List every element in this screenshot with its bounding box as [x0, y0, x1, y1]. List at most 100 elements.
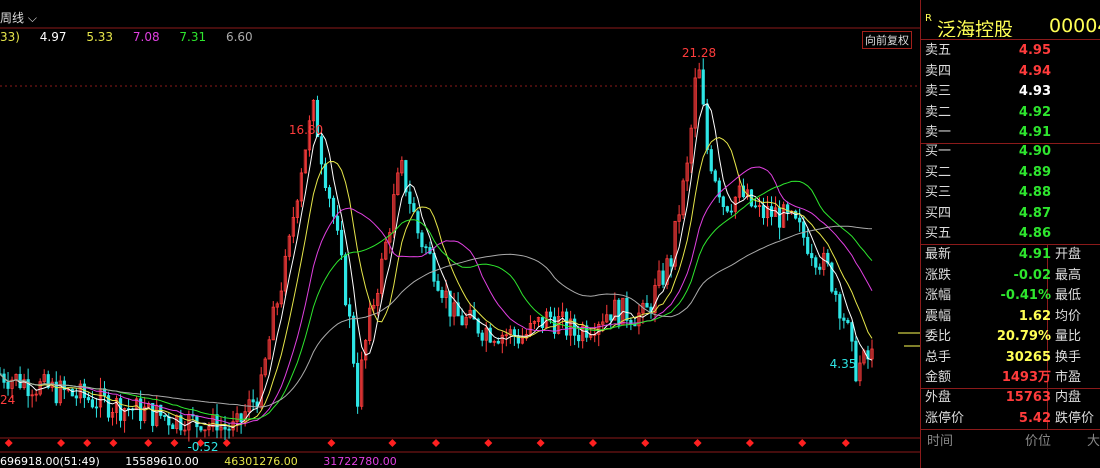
- price-labels: 21.28 16.80 4.35 -0.52 24: [0, 46, 920, 454]
- ma-line: [0, 103, 873, 429]
- candle-body: [424, 246, 428, 249]
- quote-label2: 最低: [1055, 288, 1082, 303]
- quote-value: 4.91: [1018, 247, 1051, 262]
- signal-marker: [798, 439, 807, 447]
- time-header: 时间: [927, 434, 954, 449]
- period-label[interactable]: 周线: [0, 11, 24, 25]
- order-row[interactable]: 买三 4.88: [921, 183, 1100, 204]
- quote-label: 金额: [925, 370, 952, 385]
- candle-body: [540, 317, 545, 328]
- candle-body: [408, 191, 412, 204]
- quote-label: 涨幅: [925, 288, 952, 303]
- candle-body: [777, 207, 782, 228]
- quote-row: 总手 30265 换手: [921, 348, 1100, 369]
- order-row[interactable]: 买二 4.89: [921, 163, 1100, 184]
- candle-body: [327, 187, 332, 199]
- chart-area[interactable]: 21.28 16.80 4.35 -0.52 24 周线 ⌵ 33) 4.97 5.33…: [0, 0, 920, 468]
- order-row[interactable]: 卖五 4.95: [921, 41, 1100, 62]
- candle-body: [725, 206, 729, 212]
- quote-row: 震幅 1.62 均价: [921, 307, 1100, 328]
- candle-body: [223, 426, 227, 430]
- order-price: 4.91: [1018, 125, 1051, 140]
- candle-body: [460, 315, 464, 326]
- order-price: 4.93: [1018, 84, 1051, 99]
- candlestick-chart[interactable]: 21.28 16.80 4.35 -0.52 24: [0, 0, 920, 468]
- quote-label2: 均价: [1055, 308, 1082, 324]
- candle-body: [701, 69, 705, 105]
- order-row[interactable]: 买四 4.87: [921, 204, 1100, 225]
- candle-body: [151, 402, 155, 426]
- candle-body: [617, 299, 621, 326]
- buy-orders: 买一 4.90 买二 4.89 买三 4.88 买四 4.87 买五 4.86: [921, 142, 1100, 245]
- order-row[interactable]: 卖二 4.92: [921, 103, 1100, 124]
- order-price: 4.87: [1018, 205, 1051, 221]
- signal-marker: [4, 439, 13, 447]
- candle-body: [709, 149, 713, 172]
- candle-body: [834, 290, 838, 295]
- quote-value: -0.02: [1013, 267, 1051, 283]
- candle-body: [661, 270, 665, 285]
- order-row[interactable]: 卖一 4.91: [921, 123, 1100, 144]
- candle-body: [769, 206, 774, 217]
- candle-body: [163, 415, 167, 417]
- signal-marker: [745, 439, 754, 447]
- candle-body: [335, 215, 340, 231]
- ma-line: [0, 136, 873, 428]
- candle-body: [339, 229, 344, 256]
- adjust-badge[interactable]: 向前复权: [862, 31, 912, 49]
- candle-body: [348, 304, 352, 317]
- candles: [0, 58, 874, 442]
- candle-body: [352, 315, 356, 364]
- signal-marker: [144, 439, 153, 447]
- candle-body: [729, 210, 733, 213]
- quote-value: -0.41%: [1000, 288, 1052, 303]
- candle-body: [199, 426, 203, 431]
- quote-label2: 最高: [1055, 267, 1082, 283]
- candle-body: [416, 211, 420, 234]
- ma-line: [0, 166, 873, 425]
- volume-value: 696918.00(51:49): [0, 455, 100, 468]
- candle-body: [319, 136, 324, 165]
- ma-line: [0, 180, 873, 420]
- order-row[interactable]: 买五 4.86: [921, 224, 1100, 245]
- candle-body: [798, 217, 802, 223]
- order-row[interactable]: 卖四 4.94: [921, 62, 1100, 83]
- signal-marker: [841, 439, 850, 447]
- signal-marker: [170, 439, 179, 447]
- candle-body: [420, 232, 424, 248]
- quote-label: 最新: [925, 247, 952, 262]
- candle-body: [761, 205, 766, 219]
- ma-value: 6.60: [225, 30, 253, 44]
- candle-body: [609, 314, 613, 321]
- price-header: 价位: [1025, 434, 1052, 449]
- moving-averages: [0, 103, 873, 429]
- order-label: 买一: [925, 144, 952, 159]
- chevron-down-icon[interactable]: ⌵: [28, 11, 37, 25]
- quote-label: 总手: [925, 349, 952, 365]
- candle-body: [90, 399, 95, 408]
- order-label: 卖五: [925, 43, 952, 58]
- candle-body: [548, 311, 553, 318]
- period-selector[interactable]: 周线 ⌵: [0, 9, 37, 26]
- signal-marker: [388, 439, 397, 447]
- candle-body: [753, 205, 758, 208]
- order-label: 买四: [925, 205, 952, 221]
- order-label: 买五: [925, 226, 952, 241]
- order-price: 4.90: [1018, 144, 1051, 159]
- candle-body: [440, 289, 444, 298]
- order-price: 4.94: [1018, 63, 1051, 79]
- signal-marker: [109, 439, 118, 447]
- quote-label: 外盘: [925, 390, 952, 405]
- quote-row: 最新 4.91 开盘: [921, 245, 1100, 266]
- signal-marker: [693, 439, 702, 447]
- order-price: 4.92: [1018, 104, 1051, 120]
- order-row[interactable]: 卖三 4.93: [921, 82, 1100, 103]
- candle-body: [838, 294, 842, 319]
- r-mark: R: [925, 13, 932, 24]
- candle-body: [625, 297, 629, 321]
- price-annotation: 21.28: [682, 46, 716, 60]
- candle-body: [412, 203, 416, 213]
- quote-label2: 内盘: [1055, 390, 1082, 405]
- order-row[interactable]: 买一 4.90: [921, 142, 1100, 163]
- quote-row: 金额 1493万 市盈: [921, 368, 1100, 389]
